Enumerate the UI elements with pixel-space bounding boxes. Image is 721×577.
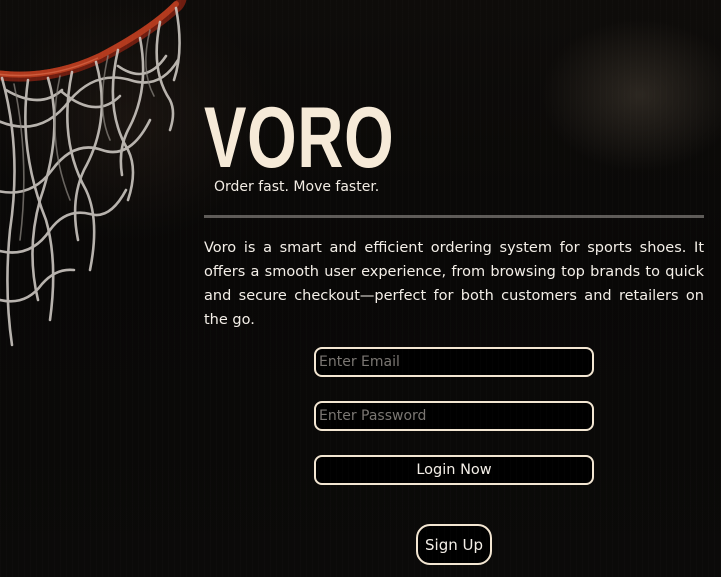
brand-logo-title: VORO xyxy=(204,90,395,186)
email-field[interactable] xyxy=(314,347,594,377)
header-divider xyxy=(204,215,704,218)
sign-up-button[interactable]: Sign Up xyxy=(416,524,492,565)
app-description: Voro is a smart and efficient ordering s… xyxy=(204,240,704,328)
brand-tagline: Order fast. Move faster. xyxy=(214,179,380,195)
login-page: VORO Order fast. Move faster. Voro is a … xyxy=(0,0,721,577)
login-button[interactable]: Login Now xyxy=(314,455,594,485)
basketball-hoop-image xyxy=(0,0,187,347)
password-field[interactable] xyxy=(314,401,594,431)
